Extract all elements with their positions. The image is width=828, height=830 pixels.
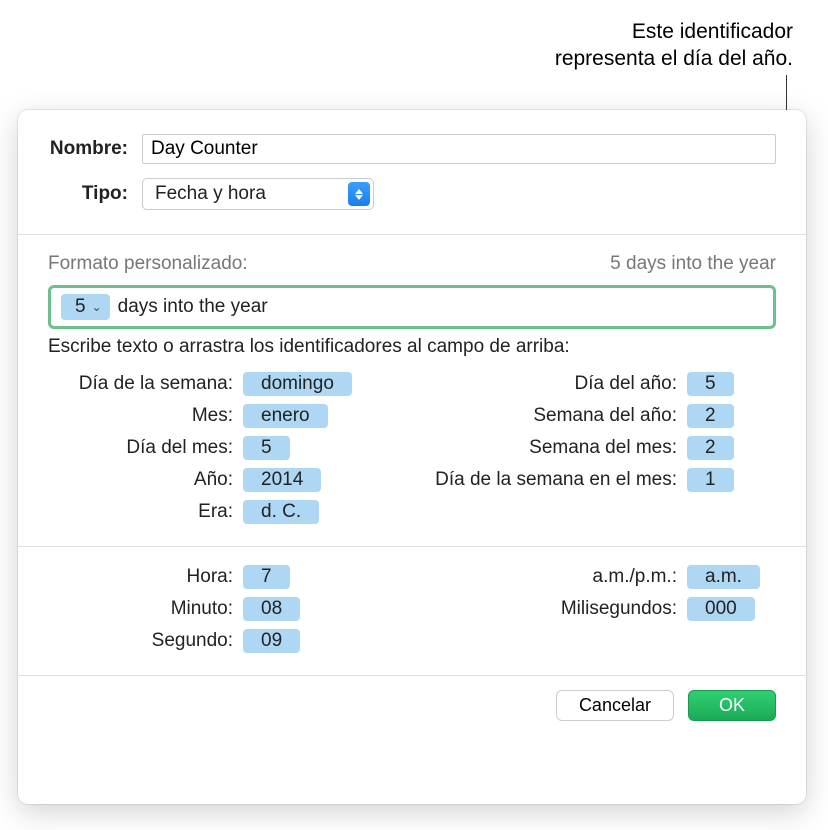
hour-label: Hora:: [48, 566, 243, 588]
weekday-in-month-token[interactable]: 1: [687, 468, 734, 492]
format-token-day-of-year[interactable]: 5 ⌄: [61, 294, 110, 320]
week-of-year-label: Semana del año:: [427, 405, 687, 427]
week-of-month-token[interactable]: 2: [687, 436, 734, 460]
format-header-label: Formato personalizado:: [48, 253, 248, 275]
instruction-text: Escribe texto o arrastra los identificad…: [18, 334, 806, 372]
type-select[interactable]: Fecha y hora: [142, 178, 374, 210]
ampm-label: a.m./p.m.:: [427, 566, 687, 588]
era-token[interactable]: d. C.: [243, 500, 319, 524]
minute-token[interactable]: 08: [243, 597, 300, 621]
annotation-text: Este identificador representa el día del…: [555, 18, 793, 73]
format-preview: 5 days into the year: [610, 253, 776, 275]
annotation-line2: representa el día del año.: [555, 45, 793, 72]
ok-button[interactable]: OK: [688, 690, 776, 721]
day-of-week-token[interactable]: domingo: [243, 372, 352, 396]
custom-format-dialog: Nombre: Tipo: Fecha y hora Formato perso…: [18, 110, 806, 804]
format-token-value: 5: [75, 296, 86, 318]
minute-label: Minuto:: [48, 598, 243, 620]
name-input[interactable]: [142, 134, 776, 164]
type-select-value: Fecha y hora: [155, 183, 266, 205]
annotation-line1: Este identificador: [555, 18, 793, 45]
day-of-year-label: Día del año:: [427, 373, 687, 395]
chevron-down-icon: ⌄: [92, 300, 102, 314]
second-token[interactable]: 09: [243, 629, 300, 653]
era-label: Era:: [48, 501, 243, 523]
name-label: Nombre:: [48, 138, 142, 160]
type-label: Tipo:: [48, 183, 142, 205]
date-tokens-section: Día de la semana: domingo Mes: enero Día…: [18, 372, 806, 546]
year-label: Año:: [48, 469, 243, 491]
time-tokens-section: Hora: 7 Minuto: 08 Segundo: 09 a.m./p.m.…: [18, 547, 806, 675]
hour-token[interactable]: 7: [243, 565, 290, 589]
week-of-year-token[interactable]: 2: [687, 404, 734, 428]
day-of-month-label: Día del mes:: [48, 437, 243, 459]
milliseconds-label: Milisegundos:: [427, 598, 687, 620]
ampm-token[interactable]: a.m.: [687, 565, 760, 589]
day-of-year-token[interactable]: 5: [687, 372, 734, 396]
cancel-button[interactable]: Cancelar: [556, 690, 674, 721]
week-of-month-label: Semana del mes:: [427, 437, 687, 459]
format-field[interactable]: 5 ⌄ days into the year: [48, 285, 776, 329]
day-of-week-label: Día de la semana:: [48, 373, 243, 395]
month-token[interactable]: enero: [243, 404, 328, 428]
select-arrows-icon: [348, 182, 370, 206]
year-token[interactable]: 2014: [243, 468, 321, 492]
weekday-in-month-label: Día de la semana en el mes:: [427, 469, 687, 491]
format-trailing-text: days into the year: [118, 296, 268, 318]
milliseconds-token[interactable]: 000: [687, 597, 755, 621]
month-label: Mes:: [48, 405, 243, 427]
second-label: Segundo:: [48, 630, 243, 652]
day-of-month-token[interactable]: 5: [243, 436, 290, 460]
